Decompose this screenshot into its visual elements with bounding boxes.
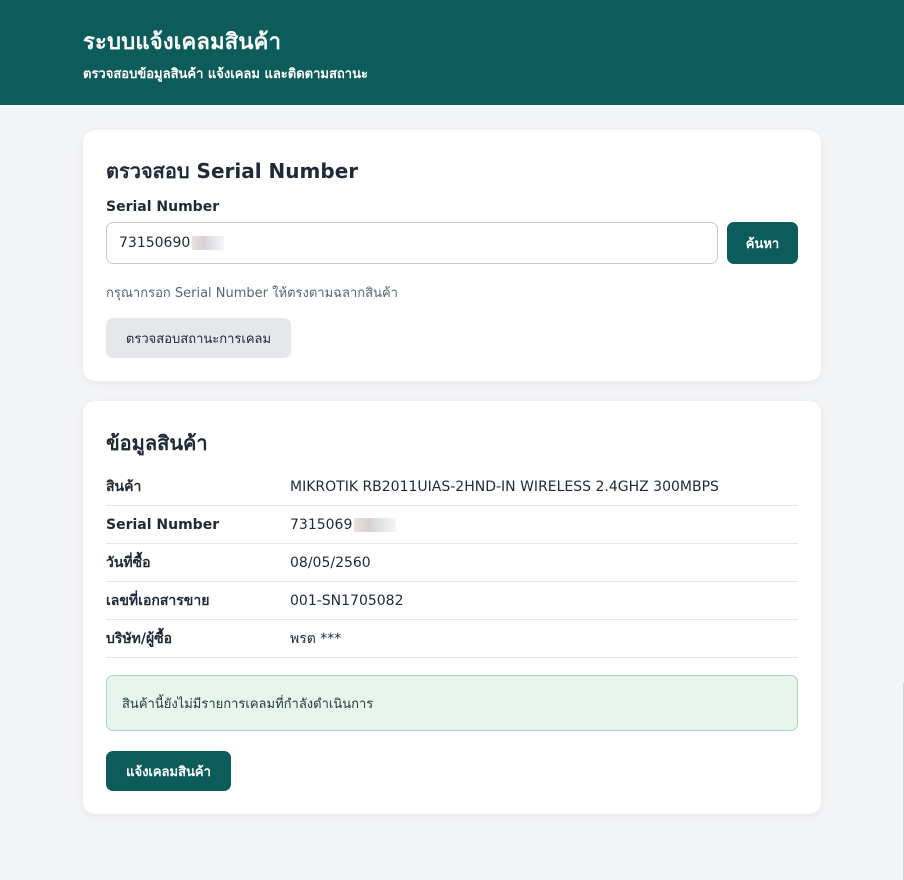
redacted-blur	[354, 517, 397, 532]
info-label: สินค้า	[106, 478, 142, 495]
serial-field-label: Serial Number	[106, 199, 220, 215]
serial-search-card: ตรวจสอบ Serial Number Serial Number 7315…	[83, 130, 821, 381]
serial-hint: กรุณากรอก Serial Number ให้ตรงตามฉลากสิน…	[106, 286, 398, 301]
info-row-sales-doc: เลขที่เอกสารขาย 001-SN1705082	[106, 582, 798, 620]
info-label: Serial Number	[106, 516, 220, 533]
info-value: 08/05/2560	[290, 554, 371, 571]
serial-input[interactable]: 73150690	[106, 222, 718, 264]
search-button[interactable]: ค้นหา	[727, 222, 798, 264]
redacted-blur	[192, 236, 225, 250]
info-row-purchase-date: วันที่ซื้อ 08/05/2560	[106, 544, 798, 582]
info-card-title: ข้อมูลสินค้า	[106, 431, 208, 455]
info-label: เลขที่เอกสารขาย	[106, 592, 210, 609]
info-row-buyer: บริษัท/ผู้ซื้อ พรต ***	[106, 620, 798, 658]
search-card-title: ตรวจสอบ Serial Number	[106, 159, 359, 183]
info-row-serial: Serial Number 7315069	[106, 506, 798, 544]
serial-input-value: 73150690	[119, 235, 191, 251]
info-value-wrap: 7315069	[290, 516, 397, 533]
app-subtitle: ตรวจสอบข้อมูลสินค้า แจ้งเคลม และติดตามสถ…	[83, 67, 368, 82]
info-label: วันที่ซื้อ	[106, 554, 151, 571]
info-row-product: สินค้า MIKROTIK RB2011UIAS-2HND-IN WIREL…	[106, 468, 798, 506]
no-active-claim-notice: สินค้านี้ยังไม่มีรายการเคลมที่กำลังดำเนิ…	[106, 675, 798, 731]
info-value: 001-SN1705082	[290, 592, 404, 609]
info-value: พรต ***	[290, 630, 342, 647]
app-title: ระบบแจ้งเคลมสินค้า	[83, 30, 282, 55]
page-header: ระบบแจ้งเคลมสินค้า ตรวจสอบข้อมูลสินค้า แ…	[0, 0, 904, 105]
check-claim-status-button[interactable]: ตรวจสอบสถานะการเคลม	[106, 318, 291, 358]
info-value: 7315069	[290, 516, 353, 533]
file-claim-button[interactable]: แจ้งเคลมสินค้า	[106, 751, 231, 791]
info-label: บริษัท/ผู้ซื้อ	[106, 630, 173, 647]
info-value: MIKROTIK RB2011UIAS-2HND-IN WIRELESS 2.4…	[290, 478, 719, 495]
product-info-card: ข้อมูลสินค้า สินค้า MIKROTIK RB2011UIAS-…	[83, 401, 821, 814]
